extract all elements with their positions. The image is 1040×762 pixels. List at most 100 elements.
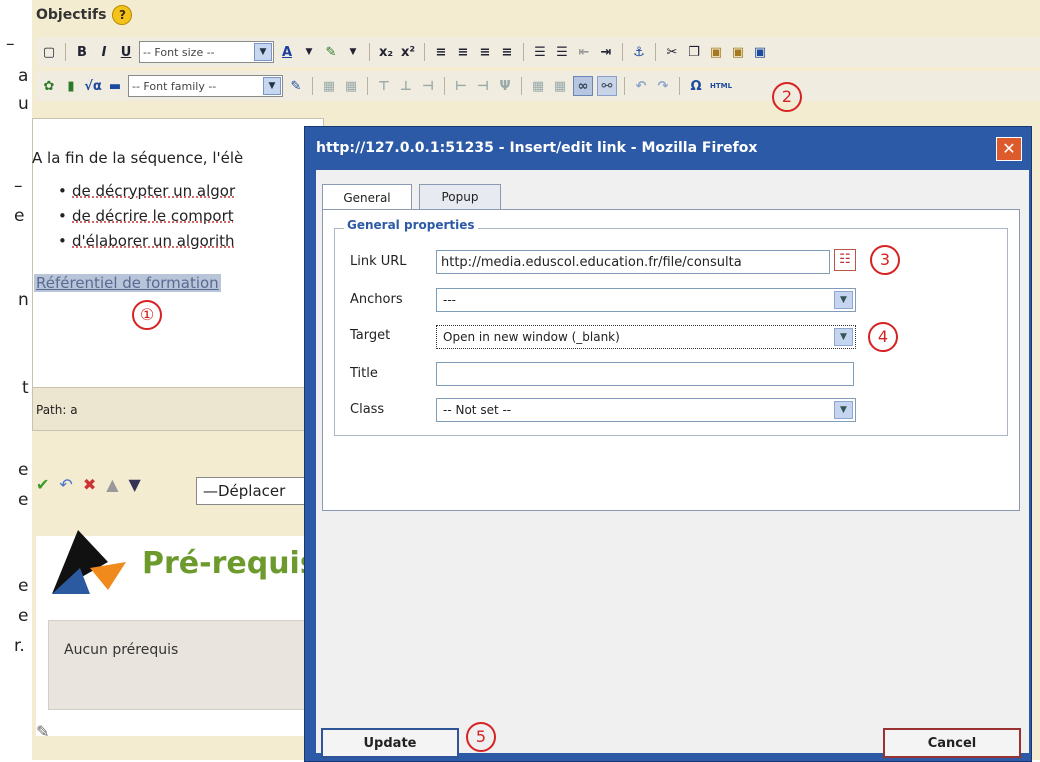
paste-word-icon[interactable]: ▣	[751, 43, 769, 61]
selected-link-text[interactable]: Référentiel de formation	[34, 274, 221, 292]
table-icon[interactable]: ▦	[320, 77, 338, 95]
undo-icon[interactable]: ↶	[632, 77, 650, 95]
title-input[interactable]	[436, 362, 854, 386]
font-size-select[interactable]: -- Font size -- ▼	[139, 41, 274, 63]
cut-icon[interactable]: ✂	[663, 43, 681, 61]
bold-icon[interactable]: B	[73, 43, 91, 61]
italic-icon[interactable]: I	[95, 43, 113, 61]
chevron-down-icon[interactable]: ▼	[300, 43, 318, 61]
font-color-icon[interactable]: A	[278, 43, 296, 61]
image-icon[interactable]: ✿	[40, 77, 58, 95]
anchors-label: Anchors	[350, 292, 403, 307]
arrow-down-icon[interactable]: ▼	[129, 475, 141, 494]
new-doc-icon[interactable]: ▢	[40, 43, 58, 61]
font-size-select-label: -- Font size --	[143, 45, 215, 59]
close-icon[interactable]: ✕	[996, 137, 1022, 161]
media-icon[interactable]: ▮	[62, 77, 80, 95]
tab-general[interactable]: General	[322, 184, 412, 211]
check-icon[interactable]: ✔	[36, 475, 49, 494]
class-label: Class	[350, 402, 385, 417]
delete-icon[interactable]: ✖	[83, 475, 96, 494]
special-char-icon[interactable]: Ω	[687, 77, 705, 95]
underline-icon[interactable]: U	[117, 43, 135, 61]
math-icon[interactable]: √α	[84, 77, 102, 95]
general-properties-legend: General properties	[344, 218, 478, 232]
edge-char: e	[18, 576, 29, 596]
font-family-select[interactable]: -- Font family -- ▼	[128, 75, 283, 97]
align-right-icon[interactable]: ≡	[476, 43, 494, 61]
anchors-select-value: ---	[443, 293, 456, 307]
toolbar-separator	[444, 77, 445, 95]
copy-icon[interactable]: ❐	[685, 43, 703, 61]
editor-intro-text: A la fin de la séquence, l'élè	[32, 149, 244, 167]
link-icon[interactable]: ∞	[573, 76, 593, 96]
chevron-down-icon: ▼	[263, 77, 281, 95]
unlink-icon[interactable]: ⚯	[597, 76, 617, 96]
row-before-icon[interactable]: ⊤	[375, 77, 393, 95]
editor-toolbar-row-2: ✿ ▮ √α ▬ -- Font family -- ▼ ✎ ▦ ▦ ⊤ ⊥ ⊣ …	[36, 71, 1040, 101]
prerequisites-box	[48, 620, 320, 710]
editor-toolbar-row-1: ▢ B I U -- Font size -- ▼ A ▼ ✎ ▼ x₂ x² ≡…	[36, 37, 1040, 67]
update-button[interactable]: Update	[321, 728, 459, 758]
horizontal-rule-icon[interactable]: ▬	[106, 77, 124, 95]
toolbar-separator	[367, 77, 368, 95]
row-after-icon[interactable]: ⊥	[397, 77, 415, 95]
justify-icon[interactable]: ≡	[498, 43, 516, 61]
tab-popup[interactable]: Popup	[419, 184, 501, 209]
toolbar-separator	[424, 43, 425, 61]
section-title-text: Objectifs	[36, 7, 107, 23]
outdent-icon[interactable]: ⇤	[575, 43, 593, 61]
link-url-label: Link URL	[350, 254, 407, 269]
align-center-icon[interactable]: ≡	[454, 43, 472, 61]
callout-marker-2: 2	[772, 82, 802, 112]
left-cropped-text: – a u – e n t e e e e r.	[0, 0, 32, 760]
callout-marker-1: ①	[132, 300, 162, 330]
superscript-icon[interactable]: x²	[399, 43, 417, 61]
edit-icon[interactable]: ✎	[287, 77, 305, 95]
delete-col-icon[interactable]: Ψ	[496, 77, 514, 95]
help-icon[interactable]: ?	[112, 5, 133, 25]
chevron-down-icon[interactable]: ▼	[344, 43, 362, 61]
bullet-list-icon[interactable]: ☰	[531, 43, 549, 61]
toolbar-separator	[655, 43, 656, 61]
numbered-list-icon[interactable]: ☰	[553, 43, 571, 61]
section-title: Objectifs?	[36, 5, 133, 25]
toolbar-separator	[523, 43, 524, 61]
paste-text-icon[interactable]: ▣	[729, 43, 747, 61]
callout-marker-4: 4	[868, 322, 898, 352]
merge-cells-icon[interactable]: ▦	[529, 77, 547, 95]
indent-icon[interactable]: ⇥	[597, 43, 615, 61]
edge-char: e	[18, 460, 29, 480]
split-cells-icon[interactable]: ▦	[551, 77, 569, 95]
target-select[interactable]: Open in new window (_blank) ▼	[436, 325, 856, 349]
col-after-icon[interactable]: ⊣	[474, 77, 492, 95]
paste-icon[interactable]: ▣	[707, 43, 725, 61]
cancel-button[interactable]: Cancel	[883, 728, 1021, 758]
undo-icon[interactable]: ↶	[59, 475, 72, 494]
edit-icon[interactable]: ✎	[36, 722, 49, 741]
subscript-icon[interactable]: x₂	[377, 43, 395, 61]
dialog-title: http://127.0.0.1:51235 - Insert/edit lin…	[316, 140, 758, 156]
font-family-select-label: -- Font family --	[132, 79, 217, 93]
col-before-icon[interactable]: ⊢	[452, 77, 470, 95]
editor-path: Path: a	[36, 403, 78, 417]
anchors-select[interactable]: --- ▼	[436, 288, 856, 312]
link-url-input[interactable]: http://media.eduscol.education.fr/file/c…	[436, 250, 830, 274]
anchor-icon[interactable]: ⚓	[630, 43, 648, 61]
delete-row-icon[interactable]: ⊣	[419, 77, 437, 95]
browse-icon[interactable]: ☷	[834, 249, 856, 271]
arrow-up-icon[interactable]: ▲	[106, 475, 118, 494]
redo-icon[interactable]: ↷	[654, 77, 672, 95]
toolbar-separator	[312, 77, 313, 95]
class-select[interactable]: -- Not set -- ▼	[436, 398, 856, 422]
chevron-down-icon: ▼	[254, 43, 272, 61]
html-source-icon[interactable]: HTML	[709, 77, 733, 95]
editor-list-item: de décrire le comport	[58, 207, 234, 225]
target-select-value: Open in new window (_blank)	[443, 330, 620, 344]
editor-list-item: d'élaborer un algorith	[58, 232, 234, 250]
highlight-icon[interactable]: ✎	[322, 43, 340, 61]
prerequisites-title: Pré-requis	[142, 546, 318, 581]
align-left-icon[interactable]: ≡	[432, 43, 450, 61]
title-label: Title	[350, 366, 378, 381]
table-props-icon[interactable]: ▦	[342, 77, 360, 95]
